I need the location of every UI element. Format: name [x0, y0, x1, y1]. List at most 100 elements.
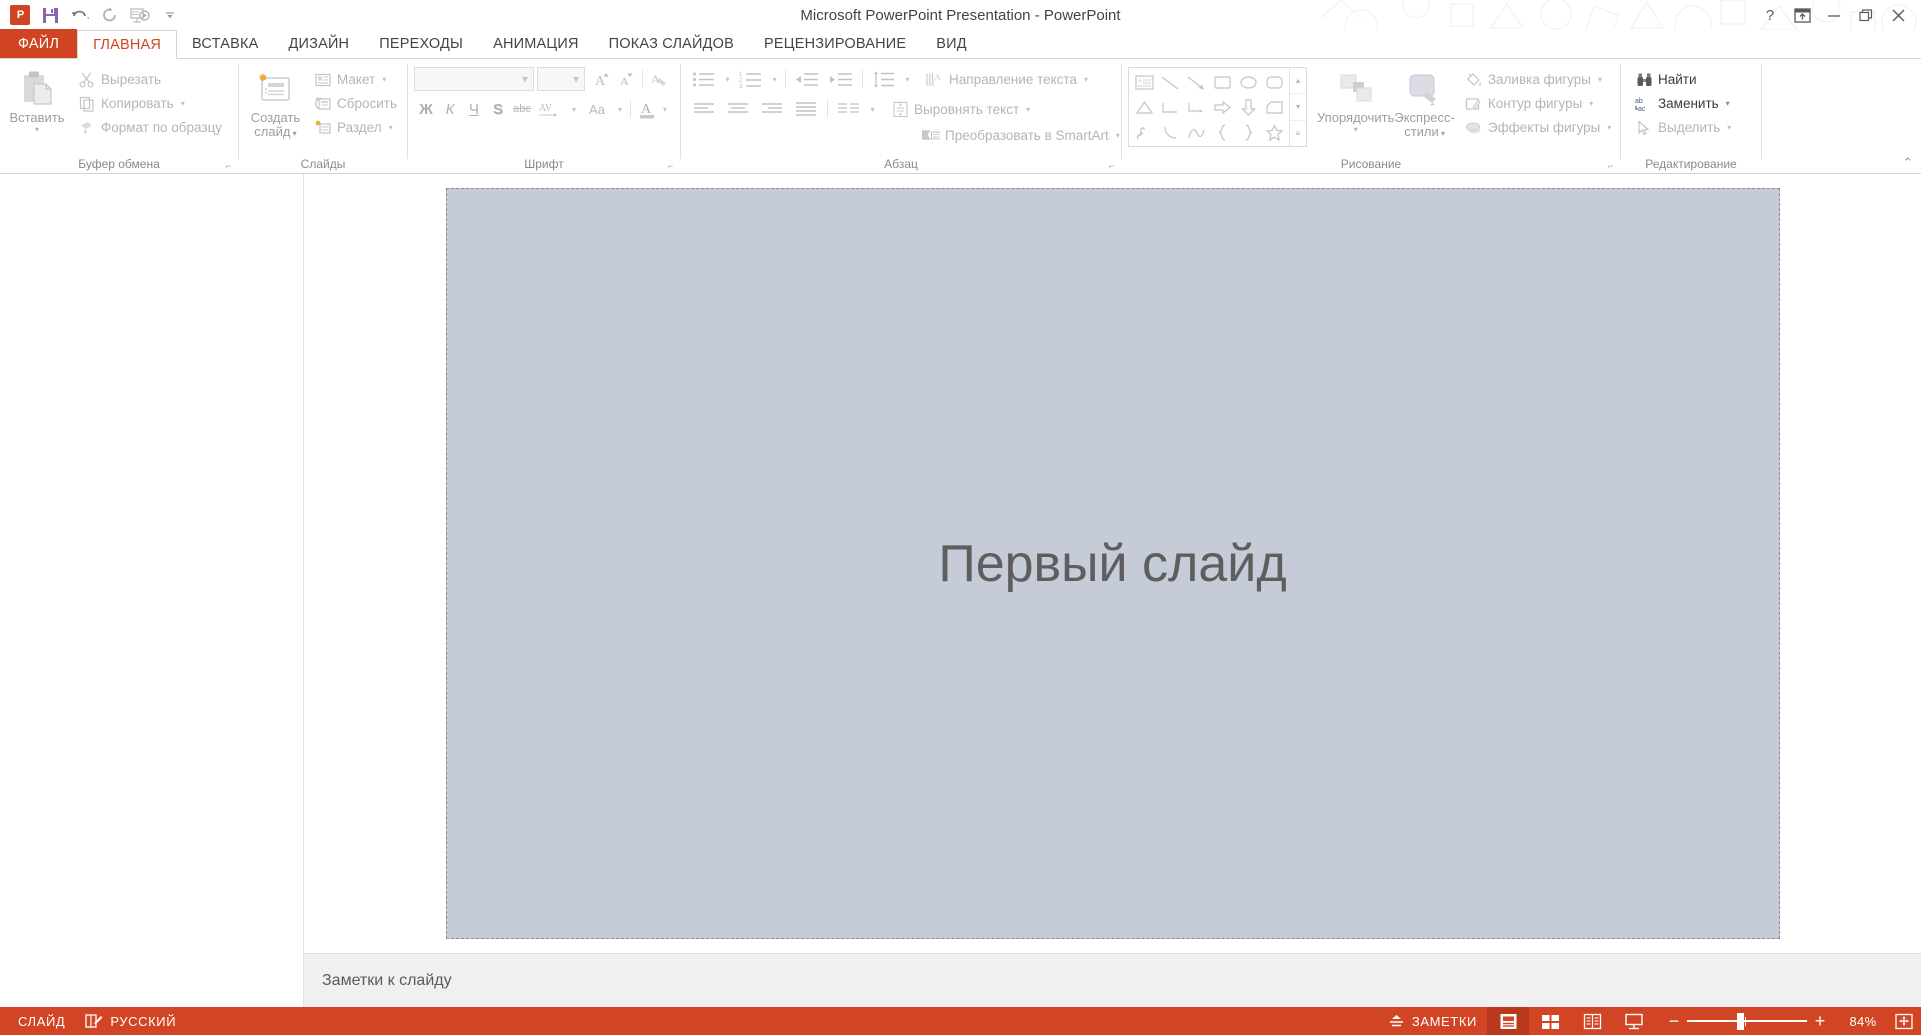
layout-button[interactable]: Макет ▾	[310, 68, 401, 91]
shape-textbox-icon[interactable]: A	[1131, 70, 1157, 95]
line-spacing-chevron-down-icon[interactable]: ▾	[901, 67, 914, 91]
grow-font-button[interactable]: A	[590, 67, 614, 91]
character-spacing-chevron-down-icon[interactable]: ▾	[568, 97, 580, 121]
minimize-icon[interactable]	[1819, 2, 1849, 28]
ribbon-display-options-icon[interactable]	[1787, 2, 1817, 28]
shape-right-brace-icon[interactable]	[1235, 120, 1261, 145]
customize-qat-chevron-down-icon[interactable]	[156, 2, 184, 28]
gallery-scroll-up-icon[interactable]: ▴	[1290, 68, 1306, 95]
shape-down-arrow-icon[interactable]	[1235, 95, 1261, 120]
shape-rounded-rectangle-icon[interactable]	[1261, 70, 1287, 95]
tab-file[interactable]: ФАЙЛ	[0, 29, 78, 58]
zoom-in-button[interactable]: +	[1807, 1007, 1833, 1035]
shape-arrow-icon[interactable]	[1183, 70, 1209, 95]
shape-elbow-arrow-connector-icon[interactable]	[1183, 95, 1209, 120]
close-icon[interactable]	[1883, 2, 1913, 28]
shapes-gallery[interactable]: A ▴ ▾ ≡	[1128, 67, 1307, 147]
save-icon[interactable]	[36, 2, 64, 28]
shape-left-brace-icon[interactable]	[1209, 120, 1235, 145]
new-slide-chevron-down-icon[interactable]: ▾	[290, 129, 297, 138]
align-text-chevron-down-icon[interactable]: ▾	[1026, 105, 1030, 114]
change-case-chevron-down-icon[interactable]: ▾	[614, 97, 626, 121]
shape-rectangle-icon[interactable]	[1209, 70, 1235, 95]
text-shadow-button[interactable]: S	[486, 97, 510, 121]
align-text-button[interactable]: Выровнять текст ▾	[887, 98, 1034, 121]
quick-styles-chevron-down-icon[interactable]: ▾	[1439, 129, 1445, 138]
align-right-button[interactable]	[755, 97, 789, 121]
text-direction-button[interactable]: A Направление текста ▾	[922, 68, 1092, 91]
paragraph-dialog-launcher[interactable]: ⌐	[1106, 160, 1117, 171]
numbering-button[interactable]: 1 2 3	[734, 67, 768, 91]
font-name-combo[interactable]: ▾	[414, 67, 534, 91]
tab-transitions[interactable]: ПЕРЕХОДЫ	[364, 29, 478, 58]
quick-styles-button[interactable]: Экспресс- стили ▾	[1394, 65, 1455, 139]
line-spacing-button[interactable]	[867, 67, 901, 91]
paste-button[interactable]: Вставить ▾	[6, 65, 68, 134]
shape-oval-icon[interactable]	[1235, 70, 1261, 95]
gallery-scroll-down-icon[interactable]: ▾	[1290, 94, 1306, 121]
shape-right-arrow-icon[interactable]	[1209, 95, 1235, 120]
shape-elbow-connector-icon[interactable]	[1157, 95, 1183, 120]
view-reading-button[interactable]	[1571, 1007, 1613, 1035]
slide-canvas[interactable]: Первый слайд	[304, 174, 1921, 953]
text-direction-chevron-down-icon[interactable]: ▾	[1084, 75, 1088, 84]
align-left-button[interactable]	[687, 97, 721, 121]
tab-slideshow[interactable]: ПОКАЗ СЛАЙДОВ	[594, 29, 749, 58]
section-chevron-down-icon[interactable]: ▾	[389, 123, 393, 132]
shape-scribble-icon[interactable]	[1131, 120, 1157, 145]
increase-indent-button[interactable]	[824, 67, 858, 91]
zoom-out-button[interactable]: −	[1661, 1007, 1687, 1035]
collapse-ribbon-chevron-up-icon[interactable]: ⌃	[1902, 155, 1913, 171]
numbering-chevron-down-icon[interactable]: ▾	[768, 67, 781, 91]
arrange-chevron-down-icon[interactable]: ▾	[1354, 126, 1358, 134]
view-slide-sorter-button[interactable]	[1529, 1007, 1571, 1035]
tab-home[interactable]: ГЛАВНАЯ	[77, 30, 178, 59]
redo-icon[interactable]	[96, 2, 124, 28]
shape-curve-icon[interactable]	[1183, 120, 1209, 145]
clear-formatting-button[interactable]: A	[647, 67, 671, 91]
layout-chevron-down-icon[interactable]: ▾	[382, 75, 386, 84]
shape-line-icon[interactable]	[1157, 70, 1183, 95]
slide-surface[interactable]: Первый слайд	[445, 188, 1780, 939]
bold-button[interactable]: Ж	[414, 97, 438, 121]
new-slide-button[interactable]: Создать слайд ▾	[245, 65, 306, 139]
copy-button[interactable]: Копировать ▾	[74, 92, 226, 115]
italic-button[interactable]: К	[438, 97, 462, 121]
shape-outline-button[interactable]: Контур фигуры ▾	[1461, 92, 1616, 115]
help-icon[interactable]: ?	[1755, 2, 1785, 28]
font-size-combo[interactable]: ▾	[537, 67, 585, 91]
view-slideshow-button[interactable]	[1613, 1007, 1655, 1035]
slide-thumbnail-pane[interactable]	[0, 174, 304, 1007]
tab-design[interactable]: ДИЗАЙН	[273, 29, 364, 58]
shape-fill-chevron-down-icon[interactable]: ▾	[1598, 75, 1602, 84]
shape-effects-chevron-down-icon[interactable]: ▾	[1607, 123, 1611, 132]
slideshow-icon[interactable]	[126, 2, 154, 28]
justify-button[interactable]	[789, 97, 823, 121]
restore-icon[interactable]	[1851, 2, 1881, 28]
shape-arc-icon[interactable]	[1157, 120, 1183, 145]
shape-folded-corner-icon[interactable]	[1261, 95, 1287, 120]
find-button[interactable]: Найти	[1631, 68, 1735, 91]
decrease-indent-button[interactable]	[790, 67, 824, 91]
font-color-button[interactable]: A	[635, 97, 659, 121]
bullets-button[interactable]	[687, 67, 721, 91]
undo-icon[interactable]	[66, 2, 94, 28]
zoom-percent-label[interactable]: 84%	[1839, 1014, 1887, 1029]
convert-to-smartart-button[interactable]: Преобразовать в SmartArt ▾	[918, 124, 1124, 147]
format-painter-button[interactable]: Формат по образцу	[74, 116, 226, 139]
section-button[interactable]: Раздел ▾	[310, 116, 401, 139]
notes-toggle-button[interactable]: ЗАМЕТКИ	[1378, 1007, 1487, 1035]
columns-chevron-down-icon[interactable]: ▾	[866, 97, 879, 121]
drawing-dialog-launcher[interactable]: ⌐	[1605, 160, 1616, 171]
shrink-font-button[interactable]: A	[614, 67, 638, 91]
shape-outline-chevron-down-icon[interactable]: ▾	[1589, 99, 1593, 108]
gallery-more-icon[interactable]: ≡	[1290, 121, 1306, 146]
select-button[interactable]: Выделить ▾	[1631, 116, 1735, 139]
shape-triangle-icon[interactable]	[1131, 95, 1157, 120]
copy-chevron-down-icon[interactable]: ▾	[181, 99, 185, 108]
underline-button[interactable]: Ч	[462, 97, 486, 121]
align-center-button[interactable]	[721, 97, 755, 121]
shapes-gallery-scroll[interactable]: ▴ ▾ ≡	[1289, 68, 1306, 146]
strikethrough-button[interactable]: abc	[510, 97, 534, 121]
character-spacing-button[interactable]: AV	[534, 97, 568, 121]
